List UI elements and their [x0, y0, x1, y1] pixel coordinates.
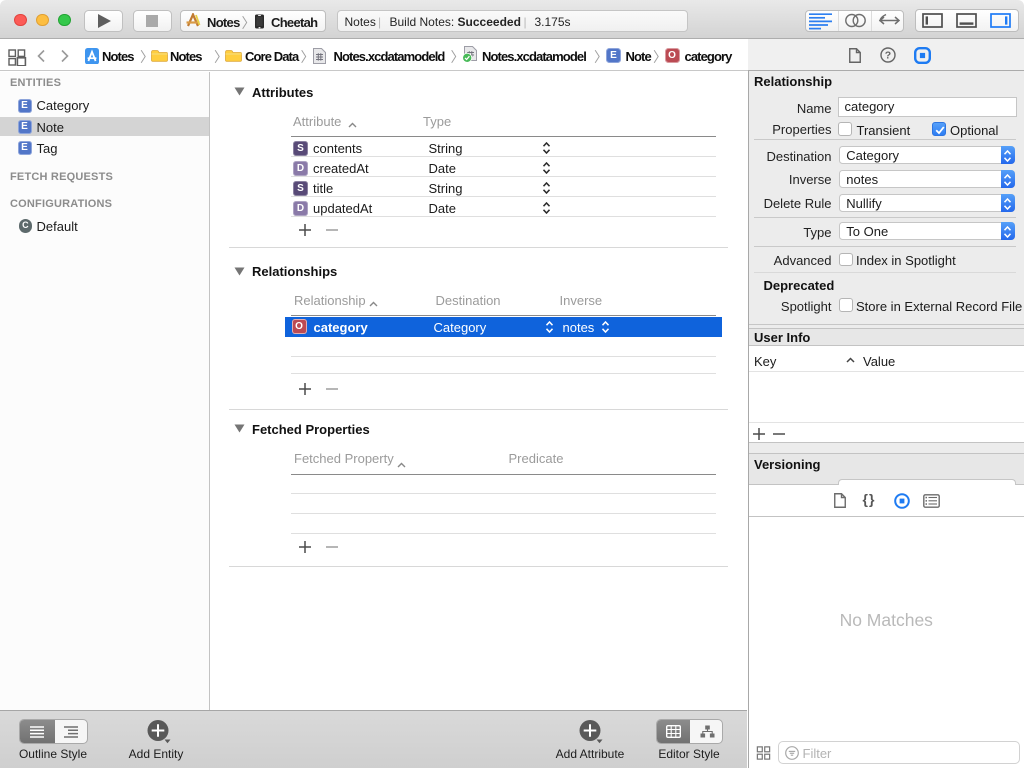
svg-text:?: ? — [884, 50, 890, 62]
